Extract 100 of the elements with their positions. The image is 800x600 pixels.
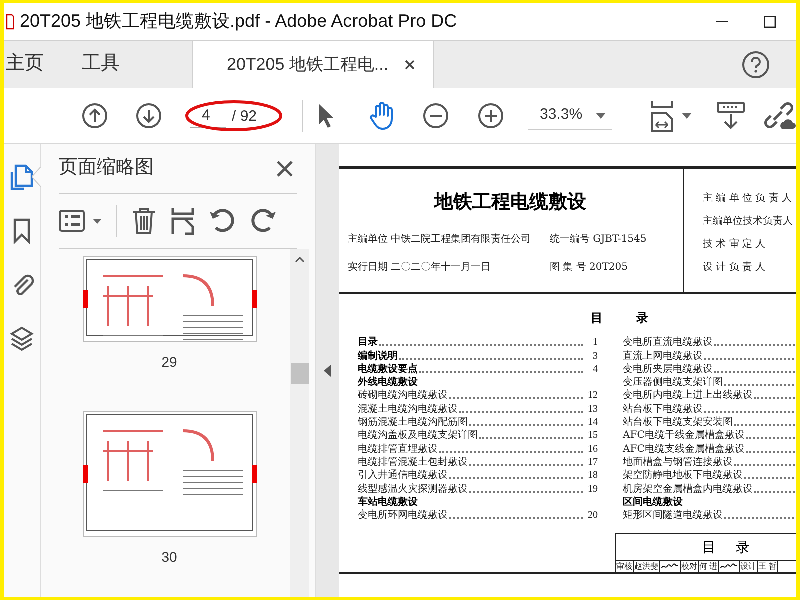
toc-entry[interactable]: 变电所夹层电缆敷设 <box>623 364 714 375</box>
page-number-label: 30 <box>162 548 178 567</box>
role-label: 设 计 负 责 人 <box>703 260 767 275</box>
rotate-right-icon[interactable] <box>250 208 277 234</box>
toc-page-number: 1 <box>592 337 598 348</box>
info-text: 图 集 号 20T205 <box>550 260 628 274</box>
caret-icon <box>596 112 606 118</box>
panel-title: 页面缩略图 <box>59 156 154 180</box>
toc-entry[interactable]: 架空防静电地板下电缆敷设 <box>623 470 744 482</box>
role-label: 技 术 审 定 人 <box>703 238 767 252</box>
toc-section[interactable]: 车站电缆敷设 <box>358 496 418 508</box>
options-list-icon[interactable] <box>59 210 87 232</box>
toc-page-number: 12 <box>587 390 598 402</box>
toc-page-number: 19 <box>587 484 598 495</box>
title-block-heading: 目 录 <box>701 538 751 557</box>
toc-entry[interactable]: 电缆沟盖板及电缆支架详图 <box>358 430 478 442</box>
toc-entry[interactable]: 站台板下电缆敷设 <box>623 404 704 415</box>
signature-drawing <box>661 562 679 572</box>
toc-entry[interactable]: 电缆排管直埋敷设 <box>358 444 438 455</box>
title-block-cell: 设计 <box>740 561 758 572</box>
help-icon[interactable] <box>742 50 770 78</box>
close-icon[interactable] <box>404 60 415 70</box>
zoom-dropdown[interactable]: 33.3% <box>528 102 612 130</box>
toc-page-number: 18 <box>587 470 598 482</box>
page-number-label: 29 <box>162 353 178 372</box>
toc-entry[interactable]: 地面槽盒与钢管连接敷设 <box>623 456 734 468</box>
caret-icon[interactable] <box>93 218 102 224</box>
toc-heading: 目 录 <box>591 310 650 327</box>
toc-entry[interactable]: 编制说明 <box>358 350 398 362</box>
toc-page-number: 20 <box>587 510 598 522</box>
link-cloud-icon[interactable] <box>762 101 796 131</box>
title-block-cell: 何 进 <box>699 561 720 572</box>
document-title: 地铁工程电缆敷设 <box>433 191 588 215</box>
scroll-up-icon[interactable] <box>294 257 304 263</box>
toc-page-number: 13 <box>587 404 598 415</box>
toc-page-number: 4 <box>592 364 598 375</box>
window-title: 20T205 地铁工程电缆敷设.pdf - Adobe Acrobat Pro DC <box>20 10 458 33</box>
role-label: 主编单位技术负责人 <box>703 214 793 229</box>
toc-entry[interactable]: AFC电缆干线金属槽盒敷设 <box>623 430 745 442</box>
collapse-arrow-icon[interactable] <box>324 364 331 376</box>
page-count: / 92 <box>232 107 258 127</box>
info-text: 统一编号 GJBT-1545 <box>550 232 647 246</box>
caret-icon[interactable] <box>682 113 692 119</box>
info-text: 主编单位 中铁二院工程集团有限责任公司 <box>348 232 532 246</box>
toc-page-number: 14 <box>587 417 598 428</box>
toc-section[interactable]: 区间电缆敷设 <box>623 496 684 508</box>
previous-page-icon[interactable] <box>82 103 108 129</box>
toc-entry[interactable]: AFC电缆支线金属槽盒敷设 <box>623 444 745 455</box>
download-tray-icon[interactable] <box>716 101 746 131</box>
trash-icon[interactable] <box>131 207 157 235</box>
role-label: 主 编 单 位 负 责 人 <box>703 192 793 206</box>
layers-icon[interactable] <box>9 326 35 352</box>
info-text: 实行日期 二〇二〇年十一月一日 <box>348 260 492 274</box>
next-page-icon[interactable] <box>136 103 162 129</box>
toc-entry[interactable]: 变压器侧电缆支架详图 <box>623 377 724 388</box>
title-block-cell: 校对 <box>681 561 699 572</box>
title-block-cell: 审核 <box>616 561 634 572</box>
toc-entry[interactable]: 线型感温火灾探测器敷设 <box>358 484 468 495</box>
toc-entry[interactable]: 电缆排管混凝土包封敷设 <box>358 456 468 468</box>
pointer-icon[interactable] <box>317 103 335 129</box>
tab-label: 20T205 地铁工程电... <box>227 54 389 76</box>
maximize-icon[interactable] <box>764 16 776 28</box>
page-fit-icon[interactable] <box>650 100 674 132</box>
toc-entry[interactable]: 站台板下电缆支架安装图 <box>623 417 734 428</box>
zoom-out-icon[interactable] <box>423 103 449 129</box>
extract-pages-icon[interactable] <box>171 207 195 235</box>
zoom-in-icon[interactable] <box>478 103 504 129</box>
signature-drawing <box>720 562 738 572</box>
toc-entry[interactable]: 砖砌电缆沟电缆敷设 <box>358 390 448 402</box>
toc-entry[interactable]: 变电所内电缆上进上出线敷设 <box>623 390 754 402</box>
toc-page-number: 16 <box>587 444 598 455</box>
page-thumbnail-drawing[interactable] <box>82 256 256 342</box>
toc-entry[interactable]: 电缆敷设要点 <box>358 364 418 375</box>
toc-entry[interactable]: 引入井通信电缆敷设 <box>358 470 448 482</box>
toc-entry[interactable]: 目录 <box>358 337 378 348</box>
rotate-left-icon[interactable] <box>209 208 236 234</box>
document-tab[interactable]: 20T205 地铁工程电... <box>192 41 434 88</box>
minimize-icon[interactable] <box>716 20 728 22</box>
toc-entry[interactable]: 直流上网电缆敷设 <box>623 350 704 362</box>
scrollbar[interactable] <box>290 249 309 597</box>
nav-tab[interactable]: 主页 <box>4 41 80 88</box>
title-block-cell: 赵洪斐 <box>634 561 660 572</box>
toc-entry[interactable]: 钢筋混凝土电缆沟配筋图 <box>358 417 468 428</box>
toc-page-number: 17 <box>587 456 598 468</box>
title-block-cell: 王 哲 <box>758 561 778 572</box>
toc-page-number: 3 <box>592 350 598 362</box>
toc-entry[interactable]: 变电所环网电缆敷设 <box>358 510 448 522</box>
toc-entry[interactable]: 机房架空金属槽盒内电缆敷设 <box>623 484 754 495</box>
toc-entry[interactable]: 变电所直流电缆敷设 <box>623 337 714 348</box>
toc-page-number: 15 <box>587 430 598 442</box>
toc-section[interactable]: 外线电缆敷设 <box>358 377 418 388</box>
toc-entry[interactable]: 混凝土电缆沟电缆敷设 <box>358 404 458 415</box>
page-thumbnail-drawing[interactable] <box>82 411 256 537</box>
pdf-file-icon <box>6 14 14 30</box>
scrollbar-thumb[interactable] <box>290 363 308 384</box>
nav-tab[interactable]: 工具 <box>80 41 156 88</box>
pages-icon[interactable] <box>9 164 35 190</box>
close-icon[interactable] <box>277 160 293 176</box>
toc-entry[interactable]: 矩形区间隧道电缆敷设 <box>623 510 724 522</box>
page-number-field[interactable]: 4 <box>190 104 226 128</box>
